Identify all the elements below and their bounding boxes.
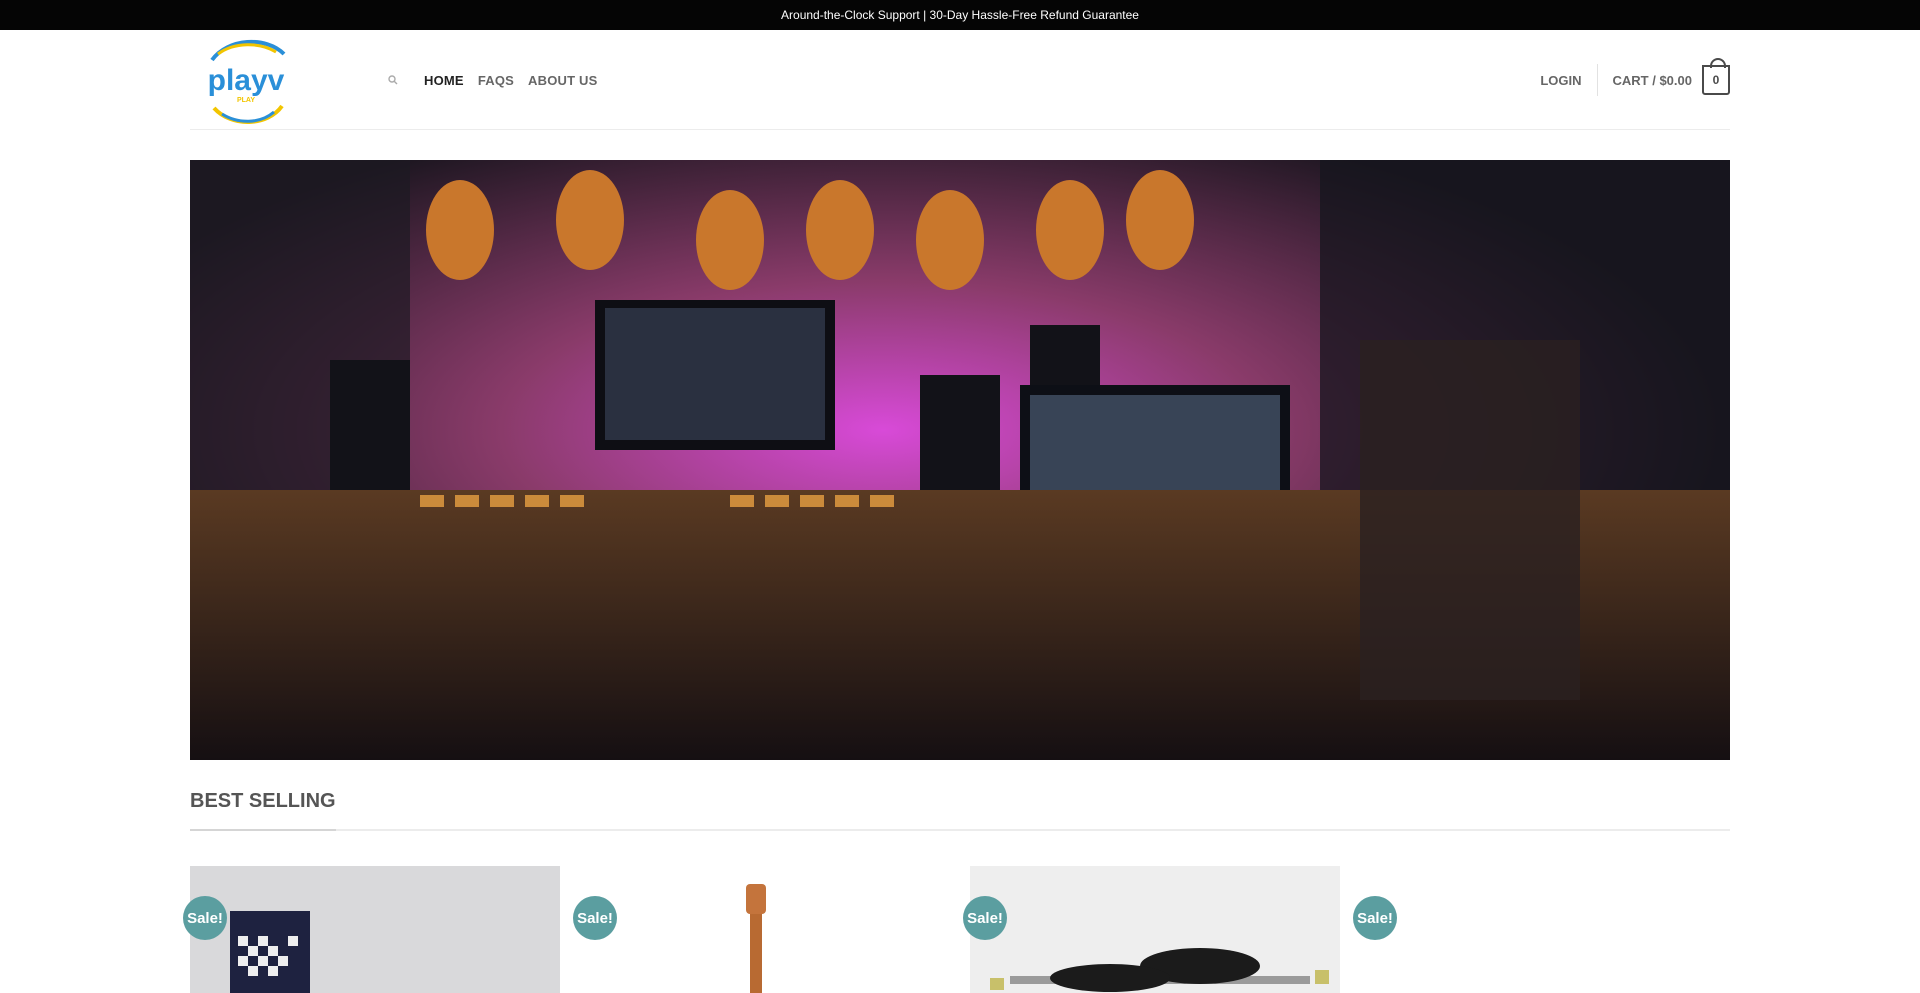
site-logo[interactable]: playv PLAY: [198, 32, 294, 128]
product-card[interactable]: [580, 866, 950, 993]
main-nav: HOME FAQS ABOUT US: [386, 30, 598, 130]
site-header: playv PLAY HOME FAQS ABOUT US LOGIN CART…: [190, 30, 1730, 130]
cart-count-badge[interactable]: 0: [1702, 58, 1730, 95]
product-card[interactable]: [190, 866, 560, 993]
nav-item-about-us[interactable]: ABOUT US: [528, 73, 598, 88]
logo-subtext: PLAY: [237, 97, 255, 104]
section-title: BEST SELLING: [190, 790, 336, 812]
sale-badge: Sale!: [183, 896, 227, 940]
section-divider: [190, 829, 1730, 831]
cart-link[interactable]: CART / $0.00: [1613, 73, 1692, 88]
search-icon[interactable]: [386, 73, 400, 87]
account-nav: LOGIN CART / $0.00 0: [1540, 30, 1730, 130]
logo-wordmark: playv: [208, 64, 285, 97]
ukulele-image: [580, 866, 950, 993]
nav-item-home[interactable]: HOME: [424, 73, 464, 88]
announcement-bar: Around-the-Clock Support | 30-Day Hassle…: [0, 0, 1920, 30]
chess-board-image: [190, 866, 560, 993]
studio-image: [190, 160, 1730, 760]
hero-banner: [190, 160, 1730, 760]
sale-badge: Sale!: [1353, 896, 1397, 940]
sale-badge: Sale!: [963, 896, 1007, 940]
nav-divider: [1596, 64, 1598, 96]
announcement-text: Around-the-Clock Support | 30-Day Hassle…: [781, 8, 1139, 22]
nav-item-faqs[interactable]: FAQS: [478, 73, 514, 88]
product-card[interactable]: [1360, 866, 1730, 993]
product-card[interactable]: [970, 866, 1340, 993]
skateboard-trucks-image: [970, 866, 1340, 993]
section-divider-accent: [190, 829, 336, 831]
sale-badge: Sale!: [573, 896, 617, 940]
login-link[interactable]: LOGIN: [1540, 73, 1581, 88]
